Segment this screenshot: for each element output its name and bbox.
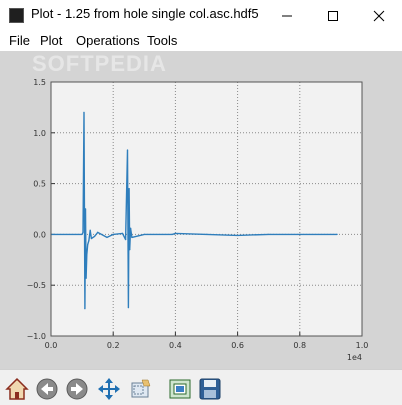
- data-point: [131, 236, 133, 239]
- data-point: [299, 233, 301, 235]
- data-point: [82, 231, 84, 233]
- data-point: [85, 277, 87, 279]
- x-tick-label: 0.4: [169, 341, 182, 350]
- y-tick-label: 0.0: [33, 230, 46, 239]
- data-point: [87, 243, 89, 246]
- data-point: [89, 229, 91, 231]
- pan-icon: [98, 378, 120, 400]
- data-point: [268, 233, 270, 235]
- forward-button[interactable]: [64, 376, 90, 402]
- configure-subplots-button[interactable]: [167, 376, 193, 402]
- app-icon: [9, 8, 24, 23]
- minimize-button[interactable]: [264, 0, 310, 31]
- data-point: [112, 233, 114, 235]
- zoom-icon: [131, 379, 151, 398]
- y-tick-label: −0.5: [27, 281, 46, 290]
- data-point: [121, 232, 124, 234]
- plot-canvas[interactable]: 0.0 0.2 0.4 0.6 0.8 1.0 1.5 1.0 0.5 0.0 −0.5 −1.0 1e…: [0, 51, 402, 369]
- data-point: [84, 307, 86, 310]
- x-tick-label: 1.0: [356, 341, 369, 350]
- y-tick-label: 0.5: [33, 180, 46, 189]
- close-icon: [373, 10, 385, 21]
- data-point: [128, 188, 130, 190]
- data-point: [81, 233, 83, 235]
- x-tick-label: 0.0: [45, 341, 58, 350]
- save-button[interactable]: [197, 376, 223, 402]
- data-point: [237, 234, 239, 237]
- data-point: [106, 236, 108, 239]
- data-point: [90, 237, 93, 240]
- x-offset-label: 1e4: [347, 353, 362, 362]
- menu-plot[interactable]: Plot: [40, 33, 62, 48]
- y-tick-label: −1.0: [27, 332, 46, 341]
- data-point: [129, 249, 131, 251]
- y-tick-label: 1.0: [33, 129, 46, 138]
- menu-operations[interactable]: Operations: [76, 33, 140, 48]
- data-point: [84, 208, 87, 210]
- menu-file[interactable]: File: [9, 33, 30, 48]
- x-tick-label: 0.2: [107, 341, 120, 350]
- y-tick-label: 1.5: [33, 78, 46, 87]
- data-point: [127, 306, 130, 309]
- data-point: [97, 231, 99, 233]
- title-bar: Plot - 1.25 from hole single col.asc.hdf…: [0, 0, 402, 31]
- plot-background: [51, 82, 362, 336]
- menu-tools[interactable]: Tools: [147, 33, 177, 48]
- data-point: [125, 238, 127, 241]
- data-point: [126, 149, 129, 151]
- watermark: SOFTPEDIA: [32, 51, 167, 76]
- configure-subplots-icon: [169, 379, 191, 399]
- navigation-toolbar: [0, 369, 402, 405]
- data-point: [205, 233, 208, 235]
- x-tick-label: 0.8: [293, 341, 306, 350]
- data-point: [83, 111, 85, 114]
- menu-bar: File Plot Operations Tools: [0, 31, 402, 51]
- data-point: [86, 254, 88, 256]
- zoom-button[interactable]: [127, 376, 153, 402]
- data-point: [93, 235, 96, 238]
- maximize-icon: [328, 10, 338, 21]
- line-chart[interactable]: 0.0 0.2 0.4 0.6 0.8 1.0 1.5 1.0 0.5 0.0 −0.5 −1.0 1e…: [0, 51, 402, 369]
- pan-button[interactable]: [96, 376, 122, 402]
- save-icon: [199, 378, 221, 400]
- window-title: Plot - 1.25 from hole single col.asc.hdf…: [31, 6, 259, 21]
- data-point: [143, 233, 145, 235]
- data-point: [171, 233, 173, 235]
- home-icon: [5, 377, 29, 400]
- minimize-icon: [282, 15, 292, 16]
- close-button[interactable]: [356, 0, 402, 31]
- data-point: [336, 233, 338, 235]
- data-point: [88, 239, 90, 242]
- x-tick-label: 0.6: [231, 341, 244, 350]
- data-point: [174, 232, 176, 234]
- home-button[interactable]: [4, 376, 30, 402]
- back-icon: [36, 378, 58, 400]
- data-point: [130, 227, 132, 229]
- forward-icon: [66, 378, 88, 400]
- back-button[interactable]: [34, 376, 60, 402]
- maximize-button[interactable]: [310, 0, 356, 31]
